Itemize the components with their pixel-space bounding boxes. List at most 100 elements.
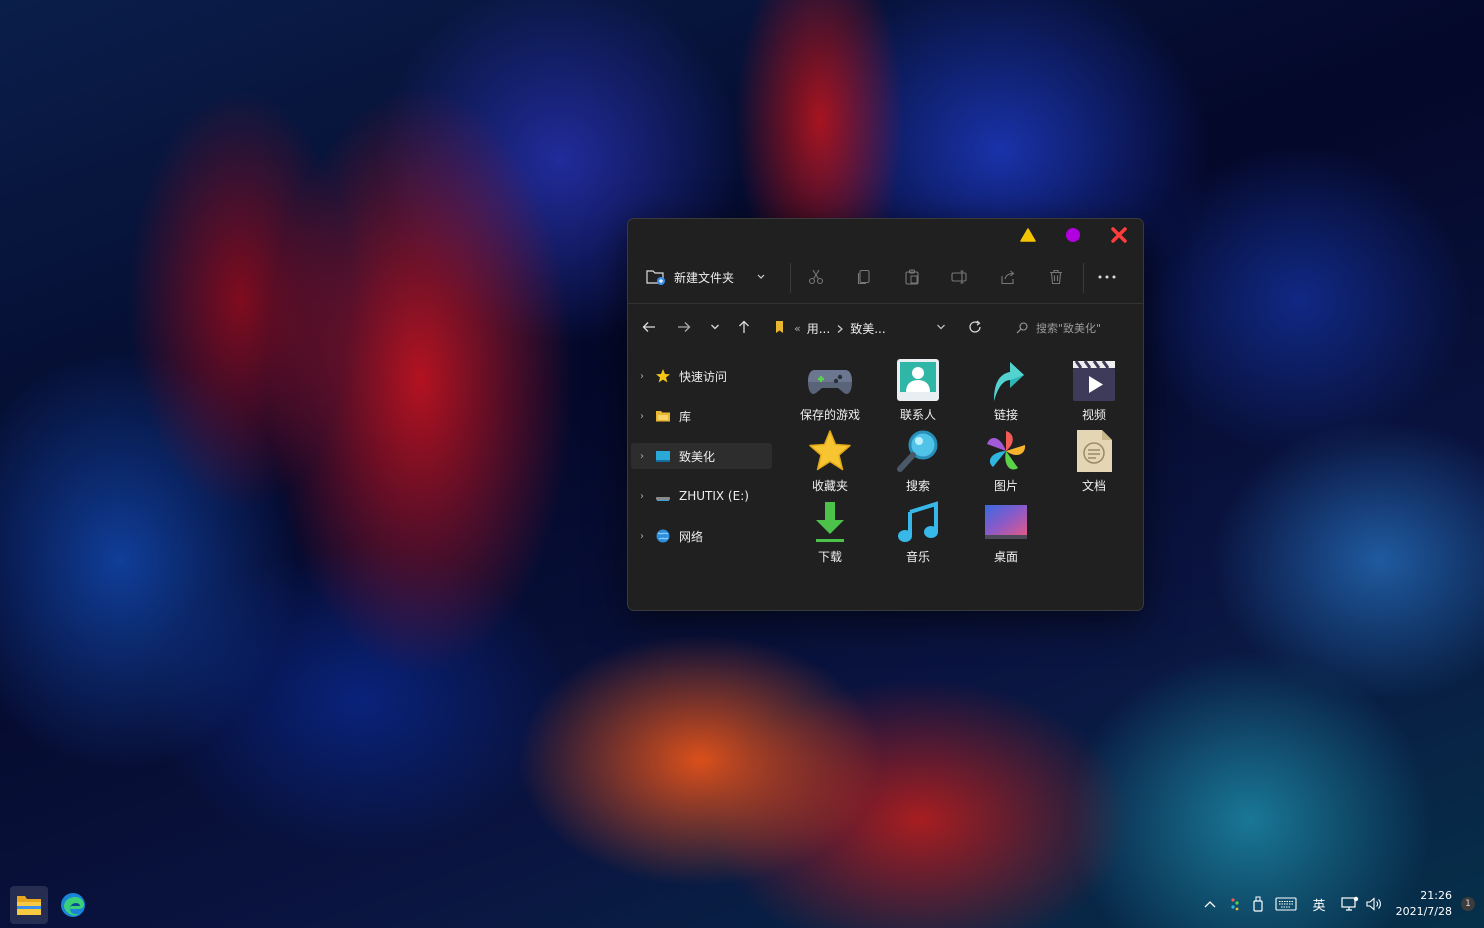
new-folder-button[interactable]: 新建文件夹 <box>646 263 766 291</box>
folder-label: 下载 <box>817 550 842 564</box>
forward-button[interactable] <box>675 318 693 336</box>
network-status-button[interactable] <box>1340 894 1360 914</box>
music-note-icon <box>895 499 941 545</box>
tray-app-button[interactable] <box>1228 894 1242 914</box>
star-icon <box>653 368 673 384</box>
expand-chevron-icon[interactable]: › <box>631 451 653 462</box>
arrow-left-icon <box>642 322 655 332</box>
up-button[interactable] <box>735 318 753 336</box>
cut-button[interactable] <box>806 267 826 287</box>
colorful-dots-icon <box>1231 898 1239 911</box>
command-bar: 新建文件夹 <box>628 251 1143 304</box>
folder-tile-saved-games[interactable]: 保存的游戏 <box>788 357 872 425</box>
touch-keyboard-button[interactable] <box>1274 894 1298 914</box>
chevron-right-icon <box>837 324 844 333</box>
taskbar-edge-button[interactable] <box>54 886 92 924</box>
taskbar: 英 21:26 2021/7/28 1 <box>0 880 1484 928</box>
folder-label: 文档 <box>1081 479 1106 493</box>
notification-badge[interactable]: 1 <box>1461 897 1475 911</box>
file-explorer-folder-icon <box>17 896 41 915</box>
chevron-down-icon <box>937 324 945 330</box>
sidebar-item-label: 致美化 <box>679 449 716 464</box>
search-box[interactable] <box>1016 318 1136 338</box>
folder-label: 音乐 <box>905 550 930 564</box>
usb-device-button[interactable] <box>1250 894 1266 914</box>
folder-label: 收藏夹 <box>811 479 848 493</box>
breadcrumb-overflow[interactable]: « <box>794 322 801 335</box>
share-button[interactable] <box>998 267 1018 287</box>
search-magnifier-icon <box>895 428 941 474</box>
scissors-icon <box>808 269 824 285</box>
address-history-button[interactable] <box>932 318 950 336</box>
sidebar-item-label: 库 <box>679 409 692 424</box>
sidebar-item-libraries[interactable]: › 库 <box>631 403 772 429</box>
breadcrumb-item-users[interactable]: 用... <box>807 320 830 337</box>
folder-tile-videos[interactable]: 视频 <box>1052 357 1136 425</box>
breadcrumb[interactable]: « 用... 致美... <box>794 320 886 337</box>
title-bar[interactable] <box>628 219 1143 251</box>
clock-time: 21:26 <box>1420 889 1452 902</box>
rename-button[interactable] <box>950 267 970 287</box>
folder-tile-contacts[interactable]: 联系人 <box>876 357 960 425</box>
expand-chevron-icon[interactable]: › <box>631 411 653 422</box>
back-button[interactable] <box>640 318 658 336</box>
more-dots-icon <box>1098 275 1116 279</box>
expand-chevron-icon[interactable]: › <box>631 371 653 382</box>
new-folder-label: 新建文件夹 <box>674 270 735 285</box>
file-explorer-window: 新建文件夹 « 用... 致美... 搜索"致美化" › 快速访问 › 库 › … <box>627 218 1144 611</box>
recent-locations-button[interactable] <box>706 318 724 336</box>
network-monitor-icon <box>1341 896 1359 911</box>
library-folder-icon <box>653 408 673 424</box>
search-icon <box>1016 322 1028 334</box>
sidebar-item-network[interactable]: › 网络 <box>631 523 772 549</box>
close-button[interactable] <box>1109 225 1129 245</box>
folder-label: 搜索 <box>905 479 930 493</box>
pictures-pinwheel-icon <box>983 428 1029 474</box>
expand-chevron-icon[interactable]: › <box>631 491 653 502</box>
clock-button[interactable]: 21:26 2021/7/28 <box>1392 888 1452 920</box>
clock-date: 2021/7/28 <box>1395 905 1452 918</box>
download-arrow-icon <box>807 499 853 545</box>
folder-label: 联系人 <box>899 408 936 422</box>
speaker-icon <box>1366 897 1381 911</box>
folder-tile-desktop[interactable]: 桌面 <box>964 499 1048 567</box>
sidebar-item-label: 快速访问 <box>679 369 728 384</box>
folder-tile-searches[interactable]: 搜索 <box>876 428 960 496</box>
delete-button[interactable] <box>1046 267 1066 287</box>
folder-tile-documents[interactable]: 文档 <box>1052 428 1136 496</box>
arrow-right-icon <box>678 322 691 332</box>
share-icon <box>1001 270 1015 285</box>
toolbar-divider <box>1083 263 1084 293</box>
folder-tile-pictures[interactable]: 图片 <box>964 428 1048 496</box>
folder-tile-favorites[interactable]: 收藏夹 <box>788 428 872 496</box>
folder-label: 链接 <box>993 408 1018 422</box>
sidebar-item-label: ZHUTIX (E:) <box>679 489 749 503</box>
chevron-up-icon <box>1204 901 1216 908</box>
folder-label: 保存的游戏 <box>799 408 860 422</box>
maximize-circle-icon <box>1066 228 1080 242</box>
folder-tile-links[interactable]: 链接 <box>964 357 1048 425</box>
taskbar-file-explorer-button[interactable] <box>10 886 48 924</box>
document-icon <box>1071 428 1117 474</box>
usb-drive-icon <box>1253 896 1263 912</box>
folder-tile-downloads[interactable]: 下载 <box>788 499 872 567</box>
more-options-button[interactable] <box>1097 267 1117 287</box>
sidebar-item-quick-access[interactable]: › 快速访问 <box>631 363 772 389</box>
paste-button[interactable] <box>902 267 922 287</box>
search-input[interactable] <box>1036 321 1126 335</box>
sidebar-item-drive-e[interactable]: › ZHUTIX (E:) <box>631 483 772 509</box>
navigation-bar: « 用... 致美... <box>628 304 1143 350</box>
chevron-down-icon <box>711 324 719 330</box>
copy-button[interactable] <box>854 267 874 287</box>
breadcrumb-item-current[interactable]: 致美... <box>850 320 885 337</box>
sidebar-item-zhimeihua[interactable]: › 致美化 <box>631 443 772 469</box>
show-hidden-icons-button[interactable] <box>1202 894 1218 914</box>
minimize-button[interactable] <box>1018 225 1038 245</box>
refresh-button[interactable] <box>966 318 984 336</box>
expand-chevron-icon[interactable]: › <box>631 531 653 542</box>
maximize-button[interactable] <box>1063 225 1083 245</box>
folder-label: 桌面 <box>993 550 1018 564</box>
folder-tile-music[interactable]: 音乐 <box>876 499 960 567</box>
volume-button[interactable] <box>1364 894 1384 914</box>
input-method-button[interactable]: 英 <box>1310 894 1328 914</box>
